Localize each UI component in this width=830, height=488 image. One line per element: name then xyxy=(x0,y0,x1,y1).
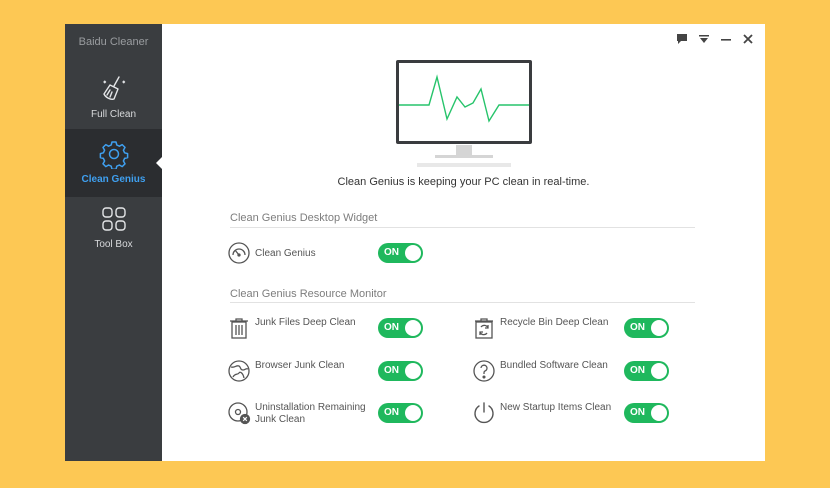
menu-icon xyxy=(699,35,709,43)
toggle-knob xyxy=(651,320,667,336)
toggle-junk-files[interactable]: ON xyxy=(378,318,423,338)
globe-icon xyxy=(228,360,250,382)
setting-label: Clean Genius xyxy=(255,248,316,259)
toggle-text: ON xyxy=(630,407,645,418)
setting-row-startup-items: New Startup Items Clean ON xyxy=(472,401,672,427)
toggle-recycle-bin[interactable]: ON xyxy=(624,318,669,338)
app-title: Baidu Cleaner xyxy=(78,36,149,48)
question-icon xyxy=(473,360,495,382)
gauge-icon xyxy=(228,242,250,264)
toggle-knob xyxy=(651,363,667,379)
sidebar-item-label: Full Clean xyxy=(90,109,137,120)
sidebar-item-tool-box[interactable]: Tool Box xyxy=(65,204,162,272)
setting-row-clean-genius: Clean Genius ON xyxy=(227,241,427,267)
minimize-icon xyxy=(721,39,731,41)
section-title-widget: Clean Genius Desktop Widget xyxy=(230,212,378,224)
feedback-icon xyxy=(677,34,687,44)
setting-label: New Startup Items Clean xyxy=(500,402,612,413)
toggle-knob xyxy=(405,405,421,421)
setting-label: Bundled Software Clean xyxy=(500,360,608,371)
grid-icon xyxy=(101,207,126,231)
setting-row-bundled-software: Bundled Software Clean ON xyxy=(472,359,672,385)
recycle-bin-icon xyxy=(475,318,493,339)
feedback-button[interactable] xyxy=(675,32,689,46)
section-divider xyxy=(230,227,695,228)
setting-row-browser-junk: Browser Junk Clean ON xyxy=(227,359,427,385)
section-divider xyxy=(230,302,695,303)
toggle-browser-junk[interactable]: ON xyxy=(378,361,423,381)
setting-label: Recycle Bin Deep Clean xyxy=(500,317,609,328)
gear-icon xyxy=(99,141,128,169)
toggle-knob xyxy=(405,320,421,336)
window-controls xyxy=(675,32,755,46)
disc-remove-icon xyxy=(228,402,251,425)
power-icon xyxy=(474,402,494,424)
sidebar: Baidu Cleaner Full Clean Clean Genius To… xyxy=(65,24,162,461)
toggle-text: ON xyxy=(384,407,399,418)
sidebar-item-label: Tool Box xyxy=(94,239,133,250)
setting-label: Browser Junk Clean xyxy=(255,360,345,371)
setting-row-uninstallation: Uninstallation Remaining Junk Clean ON xyxy=(227,401,427,427)
setting-label: Junk Files Deep Clean xyxy=(255,317,356,328)
toggle-bundled-software[interactable]: ON xyxy=(624,361,669,381)
trash-icon xyxy=(230,318,248,339)
app-window: Baidu Cleaner Full Clean Clean Genius To… xyxy=(65,24,765,461)
toggle-knob xyxy=(405,363,421,379)
status-tagline: Clean Genius is keeping your PC clean in… xyxy=(337,176,590,188)
monitor-illustration xyxy=(396,60,532,167)
toggle-text: ON xyxy=(630,322,645,333)
toggle-uninstallation[interactable]: ON xyxy=(378,403,423,423)
broom-icon xyxy=(102,76,125,100)
toggle-text: ON xyxy=(384,247,399,258)
toggle-text: ON xyxy=(384,322,399,333)
close-button[interactable] xyxy=(741,32,755,46)
toggle-knob xyxy=(651,405,667,421)
menu-button[interactable] xyxy=(697,32,711,46)
setting-row-recycle-bin: Recycle Bin Deep Clean ON xyxy=(472,316,672,342)
minimize-button[interactable] xyxy=(719,32,733,46)
setting-label: Uninstallation Remaining Junk Clean xyxy=(255,402,366,425)
toggle-text: ON xyxy=(384,365,399,376)
sidebar-item-clean-genius[interactable]: Clean Genius xyxy=(65,129,162,197)
close-icon xyxy=(743,34,753,44)
toggle-text: ON xyxy=(630,365,645,376)
section-title-monitor: Clean Genius Resource Monitor xyxy=(230,288,387,300)
toggle-knob xyxy=(405,245,421,261)
sidebar-item-label: Clean Genius xyxy=(81,174,146,185)
setting-row-junk-files: Junk Files Deep Clean ON xyxy=(227,316,427,342)
toggle-clean-genius[interactable]: ON xyxy=(378,243,423,263)
toggle-startup-items[interactable]: ON xyxy=(624,403,669,423)
